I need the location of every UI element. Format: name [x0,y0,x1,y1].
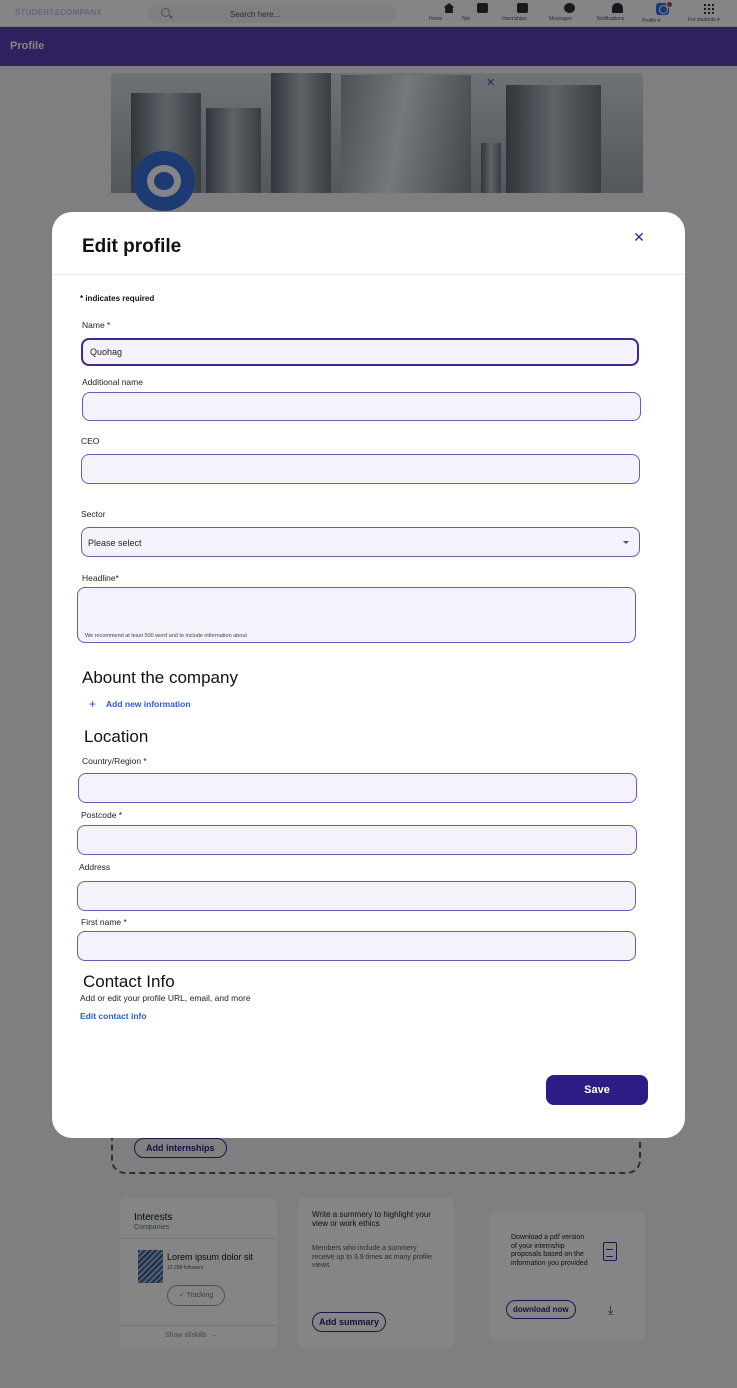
edit-profile-modal: Edit profile ✕ * indicates required Name… [52,212,685,1138]
save-button[interactable]: Save [546,1075,648,1105]
contact-info-heading: Contact Info [83,972,175,991]
ceo-input[interactable] [81,454,640,484]
sector-select-value: Please select [88,538,142,548]
headline-textarea[interactable]: We recommend at least 500 word and to in… [77,587,636,643]
contact-info-description: Add or edit your profile URL, email, and… [80,993,251,1003]
first-name-label: First name * [81,917,127,927]
name-label: Name * [82,320,111,330]
postcode-label: Postcode * [81,810,123,820]
sector-label: Sector [81,509,106,519]
country-label: Country/Region * [82,756,147,766]
address-input[interactable] [77,881,636,911]
address-label: Address [79,862,111,872]
headline-label: Headline* [82,573,119,583]
name-input-value: Quohag [90,347,123,357]
name-input[interactable]: Quohag [81,338,639,366]
postcode-input[interactable] [77,825,637,855]
ceo-label: CEO [81,436,100,446]
plus-icon[interactable]: + [89,698,96,710]
modal-divider [52,274,685,275]
add-new-information-link[interactable]: Add new information [106,699,191,709]
edit-contact-info-link[interactable]: Edit contact info [80,1011,147,1021]
country-input[interactable] [78,773,637,803]
close-icon[interactable]: ✕ [631,229,647,245]
sector-select[interactable]: Please select [81,527,640,557]
required-note: * indicates required [80,294,155,303]
additional-name-input[interactable] [82,392,641,421]
first-name-input[interactable] [77,931,636,961]
modal-title: Edit profile [82,236,182,257]
location-heading: Location [84,727,149,746]
additional-name-label: Additional name [82,377,143,387]
headline-hint: We recommend at least 500 word and to in… [85,633,247,639]
about-company-heading: Abount the company [82,668,238,687]
chevron-down-icon [623,541,629,544]
